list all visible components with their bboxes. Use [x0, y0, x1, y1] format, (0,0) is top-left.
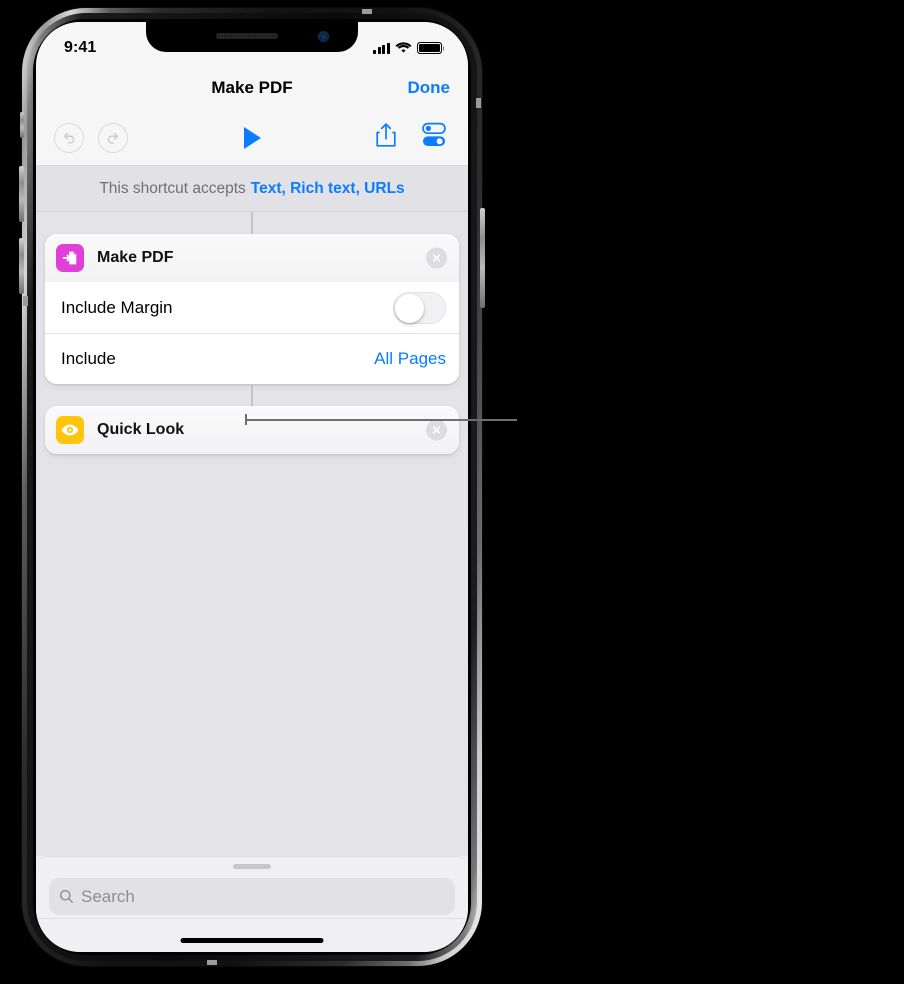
undo-redo-group [36, 122, 128, 153]
display-notch [146, 22, 358, 52]
shortcut-settings-button[interactable] [420, 122, 448, 153]
volume-down-button[interactable] [19, 238, 24, 294]
parameter-row-include[interactable]: Include All Pages [45, 333, 459, 384]
battery-full-icon [417, 42, 445, 54]
toolbar-right-group [374, 121, 468, 154]
action-card-header[interactable]: Make PDF [45, 234, 459, 282]
shortcut-settings-icon [422, 122, 446, 146]
cellular-bars-icon [373, 42, 390, 54]
include-value-button[interactable]: All Pages [374, 349, 446, 369]
action-card-make-pdf[interactable]: Make PDF Include Margin Include All Page… [45, 234, 459, 384]
run-shortcut-button[interactable] [128, 126, 374, 149]
share-icon [376, 123, 396, 147]
side-power-button[interactable] [480, 208, 485, 308]
accepts-types-link[interactable]: Text, Rich text, URLs [251, 180, 405, 198]
search-placeholder: Search [81, 886, 135, 906]
undo-icon [64, 132, 75, 144]
editor-toolbar [36, 110, 468, 166]
action-card-title: Make PDF [97, 249, 174, 266]
drag-handle[interactable] [233, 864, 271, 869]
quick-look-icon [56, 416, 84, 444]
redo-button[interactable] [98, 122, 128, 153]
accepts-prefix-label: This shortcut accepts [99, 179, 246, 197]
page-title: Make PDF [211, 78, 293, 97]
antenna-band-top [362, 9, 372, 14]
play-icon [243, 126, 261, 149]
workflow-canvas[interactable]: Make PDF Include Margin Include All Page… [36, 212, 468, 856]
undo-button[interactable] [54, 122, 84, 153]
action-connector-top [251, 212, 253, 234]
antenna-band-left [23, 296, 28, 306]
antenna-band-bottom [207, 960, 217, 965]
shortcut-accepts-bar: This shortcut accepts Text, Rich text, U… [36, 166, 468, 212]
drawer-divider [36, 917, 468, 918]
navigation-bar: Make PDF Done [36, 66, 468, 110]
status-bar-time: 9:41 [64, 39, 97, 56]
wifi-icon [395, 42, 412, 53]
antenna-band-right [476, 98, 481, 108]
search-icon [60, 890, 73, 903]
include-margin-toggle[interactable] [393, 291, 446, 324]
parameter-label: Include Margin [61, 297, 173, 317]
remove-action-button[interactable] [426, 419, 447, 441]
device-screen: 9:41 Make PDF Done This shortcut accepts… [36, 22, 468, 952]
action-card-quick-look[interactable]: Quick Look [45, 406, 459, 454]
action-card-title: Quick Look [97, 421, 185, 438]
make-pdf-icon [56, 244, 84, 272]
action-connector-middle [251, 384, 253, 406]
done-button[interactable]: Done [408, 78, 451, 98]
home-indicator[interactable] [180, 938, 324, 943]
remove-action-button[interactable] [426, 247, 447, 269]
redo-icon [107, 132, 118, 144]
volume-up-button[interactable] [19, 166, 24, 222]
close-icon [432, 426, 441, 434]
status-bar-indicators [373, 34, 445, 54]
iphone-device-frame: 9:41 Make PDF Done This shortcut accepts… [19, 8, 485, 966]
toggle-knob [395, 293, 424, 323]
mute-switch-button[interactable] [20, 112, 24, 138]
callout-leader-line [245, 414, 517, 425]
action-library-drawer[interactable]: Search [36, 856, 468, 952]
close-icon [432, 254, 441, 262]
parameter-label: Include [61, 349, 116, 368]
parameter-row-include-margin[interactable]: Include Margin [45, 282, 459, 333]
search-input[interactable]: Search [49, 878, 455, 915]
share-button[interactable] [374, 121, 398, 154]
front-camera-icon [318, 31, 329, 42]
action-card-header[interactable]: Quick Look [45, 406, 459, 454]
callout-line [245, 419, 517, 421]
earpiece-speaker-icon [216, 33, 279, 39]
